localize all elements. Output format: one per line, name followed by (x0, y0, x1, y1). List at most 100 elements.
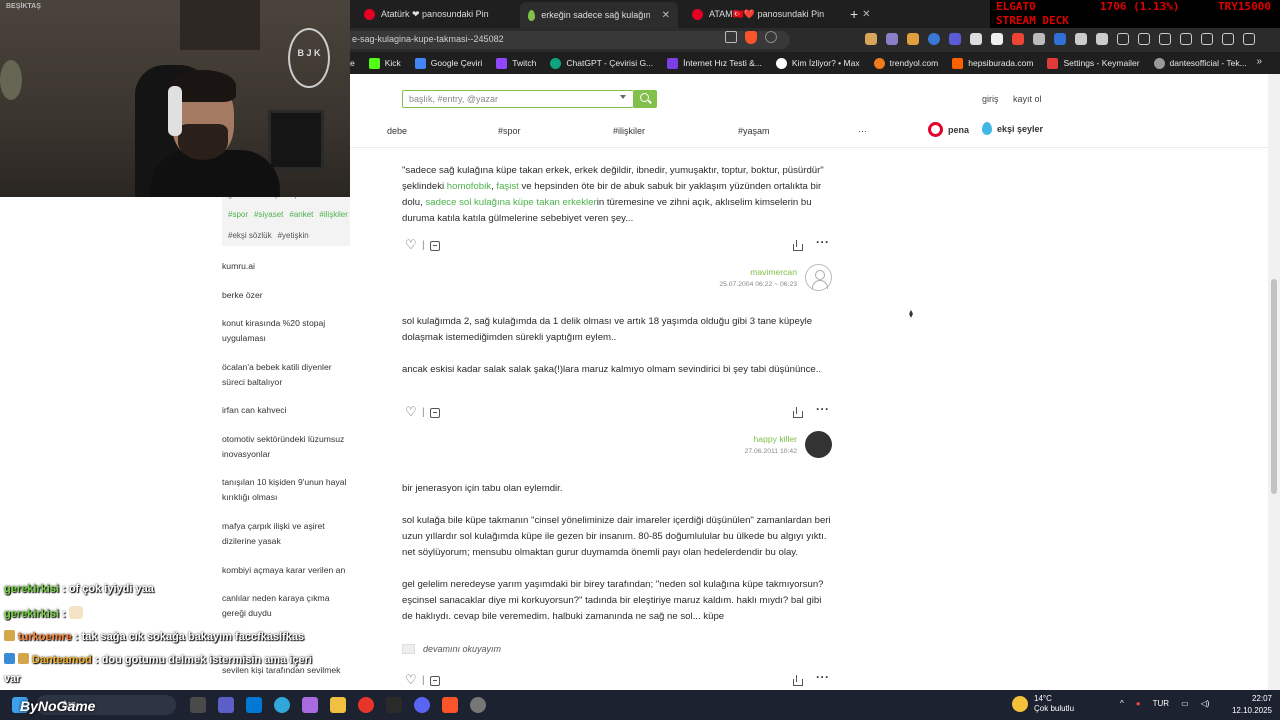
network-icon[interactable]: ▭ (1181, 699, 1189, 708)
brave-icon[interactable] (442, 697, 458, 713)
nav-spor[interactable]: #spor (498, 126, 521, 136)
new-tab-button[interactable]: + (850, 6, 858, 22)
register-link[interactable]: kayıt ol (1013, 94, 1042, 104)
downvote-icon[interactable] (429, 407, 440, 418)
extension-icon[interactable] (865, 33, 877, 45)
panel-icon[interactable] (1180, 33, 1192, 45)
extension-icon[interactable] (1033, 33, 1045, 45)
bookmark-trendyol[interactable]: trendyol.com (873, 57, 938, 69)
read-more-link[interactable]: devamını okuyayım (402, 644, 501, 654)
extension-icon[interactable] (886, 33, 898, 45)
avatar[interactable] (805, 264, 832, 291)
author-name[interactable]: happy killer (647, 434, 797, 444)
login-link[interactable]: giriş (982, 94, 999, 104)
bookmark-dantes[interactable]: dantesofficial - Tek... (1153, 57, 1247, 69)
edge-icon[interactable] (274, 697, 290, 713)
teams-icon[interactable] (218, 697, 234, 713)
entry-link[interactable]: homofobik (447, 181, 491, 192)
shield-icon[interactable] (1117, 33, 1129, 45)
chip-spor[interactable]: #spor (228, 210, 248, 219)
terminal-icon[interactable] (386, 697, 402, 713)
nav-more[interactable]: ··· (858, 126, 867, 136)
vpn-icon[interactable] (1222, 33, 1234, 45)
copilot-icon[interactable] (302, 697, 318, 713)
scrollbar-thumb[interactable] (1271, 279, 1277, 494)
brave-shield-icon[interactable] (745, 31, 757, 44)
puzzle-icon[interactable] (1075, 33, 1087, 45)
entry-link[interactable]: sadece sol kulağına küpe takan erkekler (425, 197, 596, 208)
bookmark-max[interactable]: Kim İzliyor? • Max (775, 57, 860, 69)
bookmark-item[interactable]: e (350, 58, 355, 68)
brave-rewards-icon[interactable] (765, 31, 777, 43)
chip-siyaset[interactable]: #siyaset (254, 210, 283, 219)
scrollbar[interactable] (1268, 74, 1280, 690)
volume-icon[interactable]: ◁) (1201, 699, 1210, 708)
extension-icon[interactable] (1054, 33, 1066, 45)
nav-pena[interactable]: pena (928, 122, 969, 137)
chip-anket[interactable]: #anket (289, 210, 313, 219)
sidebar-icon[interactable] (1096, 33, 1108, 45)
search-input[interactable]: başlık, #entry, @yazar (402, 90, 634, 108)
chip-row: #spor #siyaset #anket #ilişkiler (228, 210, 348, 219)
language-indicator[interactable]: TUR (1153, 699, 1169, 708)
bookmark-speedtest[interactable]: İnternet Hız Testi &... (667, 57, 762, 69)
bookmark-kick[interactable]: Kick (368, 57, 401, 69)
close-icon[interactable]: ✕ (662, 10, 670, 21)
chip-iliskiler[interactable]: #ilişkiler (319, 210, 347, 219)
chevron-up-icon[interactable]: ^ (1120, 699, 1124, 708)
extension-icon[interactable] (991, 33, 1003, 45)
heart-icon[interactable] (405, 672, 417, 688)
microphone-icon[interactable]: ● (1136, 699, 1141, 708)
extension-icon[interactable] (907, 33, 919, 45)
music-icon[interactable] (1159, 33, 1171, 45)
opera-icon[interactable] (358, 697, 374, 713)
menu-icon[interactable] (1243, 33, 1255, 45)
nav-yasam[interactable]: #yaşam (738, 126, 770, 136)
avatar[interactable] (805, 431, 832, 458)
more-options-icon[interactable]: ··· (816, 235, 830, 249)
nav-eksi-seyler[interactable]: ekşi şeyler (982, 122, 1043, 135)
outlook-icon[interactable] (246, 697, 262, 713)
chip-eksi-sozluk[interactable]: #ekşi sözlük (228, 231, 272, 240)
nav-debe[interactable]: debe (387, 126, 407, 136)
entry-date[interactable]: 27.06.2011 10:42 (647, 448, 797, 455)
url-field[interactable]: e-sag-kulagina-kupe-takmasi--245082 (350, 31, 790, 49)
chevron-down-icon[interactable] (620, 95, 626, 99)
wallet-icon[interactable] (1201, 33, 1213, 45)
close-icon[interactable]: ✕ (862, 9, 870, 20)
extension-icon[interactable] (1012, 33, 1024, 45)
extension-icon[interactable] (970, 33, 982, 45)
task-view-icon[interactable] (190, 697, 206, 713)
heart-icon[interactable] (405, 404, 417, 420)
share-icon[interactable] (792, 407, 803, 418)
bookmark-hepsiburada[interactable]: hepsiburada.com (952, 57, 1033, 69)
more-options-icon[interactable]: ··· (816, 670, 830, 684)
search-button[interactable] (634, 90, 657, 108)
extension-icon[interactable] (949, 33, 961, 45)
more-options-icon[interactable]: ··· (816, 402, 830, 416)
bookmark-twitch[interactable]: Twitch (496, 57, 536, 69)
chip-yetiskin[interactable]: #yetişkin (278, 231, 309, 240)
downvote-icon[interactable] (429, 675, 440, 686)
screen-cast-icon[interactable] (725, 31, 737, 43)
download-icon[interactable] (1138, 33, 1150, 45)
weather-widget[interactable]: 14°C Çok bulutlu (1012, 694, 1074, 714)
share-icon[interactable] (792, 240, 803, 251)
nav-iliskiler[interactable]: #ilişkiler (613, 126, 645, 136)
entry-date[interactable]: 25.07.2004 06:22 ~ 06:23 (647, 281, 797, 288)
bookmarks-overflow-button[interactable]: » (1256, 56, 1262, 67)
discord-icon[interactable] (414, 697, 430, 713)
obs-icon[interactable] (470, 697, 486, 713)
downvote-icon[interactable] (429, 240, 440, 251)
bookmark-keymailer[interactable]: Settings - Keymailer (1047, 57, 1140, 69)
author-name[interactable]: mavimercan (647, 267, 797, 277)
entry-link[interactable]: faşist (496, 181, 518, 192)
heart-icon[interactable] (405, 237, 417, 253)
share-icon[interactable] (792, 675, 803, 686)
tab-eksi-entry[interactable]: erkeğin sadece sağ kulağına küp ✕ (520, 2, 678, 28)
bookmark-google-translate[interactable]: Google Çeviri (414, 57, 482, 69)
bookmark-chatgpt[interactable]: ChatGPT - Çevirisi G... (550, 57, 653, 69)
file-explorer-icon[interactable] (330, 697, 346, 713)
extension-icon[interactable] (928, 33, 940, 45)
clock[interactable]: 22:07 12.10.2025 (1232, 693, 1272, 717)
